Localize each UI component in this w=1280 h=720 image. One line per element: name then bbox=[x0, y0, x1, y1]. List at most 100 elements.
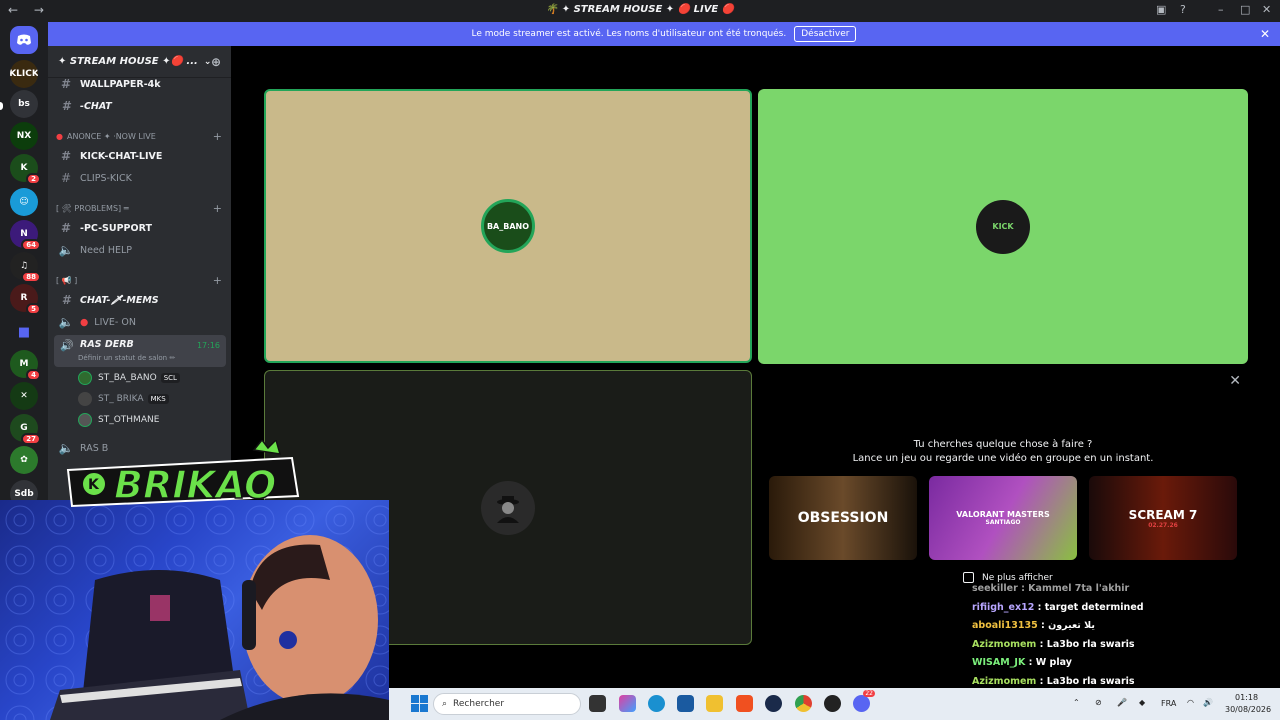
close-icon[interactable]: ✕ bbox=[1229, 373, 1241, 389]
discord-home-icon[interactable] bbox=[10, 26, 38, 54]
language-indicator[interactable]: FRA bbox=[1161, 699, 1176, 708]
add-channel-icon[interactable]: + bbox=[213, 274, 222, 287]
server-green-icon[interactable]: G 27 bbox=[10, 414, 41, 445]
server-klick-icon[interactable]: KLICK bbox=[10, 60, 38, 88]
clock-time[interactable]: 01:18 bbox=[1235, 693, 1258, 702]
server-n-icon[interactable]: N 64 bbox=[10, 220, 41, 251]
voice-user[interactable]: ST_ BRIKA MKS bbox=[78, 390, 169, 408]
help-icon[interactable]: ? bbox=[1180, 3, 1186, 16]
participant-tile-babano[interactable]: BA_BANO bbox=[264, 89, 752, 363]
mention-badge: 2 bbox=[26, 173, 41, 185]
svg-text:K: K bbox=[88, 477, 100, 493]
brikao-logo: K BRIKAO bbox=[62, 438, 302, 512]
voice-channel-ras-derb[interactable]: 🔊 RAS DERB 17:16 Définir un statut de sa… bbox=[54, 335, 226, 367]
server-bs[interactable]: bs bbox=[10, 90, 38, 118]
add-channel-icon[interactable]: + bbox=[213, 130, 222, 143]
server-sdb-label: Sdb bbox=[14, 489, 34, 499]
participant-tile-brika[interactable]: KICK bbox=[758, 89, 1248, 364]
voice-channel-name: RAS DERB bbox=[80, 339, 134, 350]
speaker-icon: 🔈 bbox=[58, 243, 74, 257]
red-dot-icon: ● bbox=[80, 316, 89, 328]
maximize-button[interactable]: □ bbox=[1240, 3, 1250, 16]
server-rivas-icon[interactable]: R5 bbox=[10, 284, 41, 315]
network-icon[interactable]: ⊘ bbox=[1095, 698, 1102, 707]
server-bs-label: bs bbox=[18, 99, 30, 109]
file-explorer-icon[interactable] bbox=[706, 695, 723, 712]
red-dot-icon: ● bbox=[56, 131, 63, 141]
category-problems[interactable]: [ 🛠 PROBLEMS] ═ + bbox=[56, 200, 226, 216]
channel-chat[interactable]: # -CHAT bbox=[56, 96, 226, 116]
activity-subtitle: Lance un jeu ou regarde une vidéo en gro… bbox=[852, 453, 1154, 464]
server-x-icon[interactable]: ✕ bbox=[10, 382, 38, 410]
add-channel-icon[interactable]: + bbox=[213, 202, 222, 215]
activity-card-obsession[interactable]: OBSESSION bbox=[769, 476, 917, 560]
server-music-icon[interactable]: ♫ 88 bbox=[10, 252, 41, 283]
edge-icon[interactable] bbox=[648, 695, 665, 712]
mic-icon[interactable]: 🎤 bbox=[1117, 698, 1127, 707]
disable-streamer-button[interactable]: Désactiver bbox=[794, 26, 857, 42]
category-annonce[interactable]: ● ANONCE ✦ ·NOW LIVE + bbox=[56, 128, 226, 144]
dont-show-checkbox[interactable]: Ne plus afficher bbox=[963, 572, 1053, 583]
channel-chat-mems[interactable]: # CHAT-🗡-MEMS bbox=[56, 290, 226, 310]
server-nextory-icon[interactable]: NX bbox=[10, 122, 38, 150]
task-view-icon[interactable] bbox=[589, 695, 606, 712]
title-bar: ← → 🌴 ✦ STREAM HOUSE ✦ 🔴 LIVE 🔴 ▣ ? – □ … bbox=[0, 0, 1280, 22]
windows-start-icon[interactable] bbox=[411, 695, 428, 712]
webcam-scene bbox=[0, 500, 389, 720]
inbox-icon[interactable]: ▣ bbox=[1156, 3, 1166, 16]
minimize-button[interactable]: – bbox=[1218, 3, 1224, 16]
discord-taskbar-icon[interactable]: 22 bbox=[853, 690, 875, 712]
server-kick-icon[interactable]: K2 bbox=[10, 154, 41, 185]
voice-user[interactable]: ST_OTHMANE bbox=[78, 411, 159, 429]
folder-icon[interactable]: ■ bbox=[10, 318, 38, 346]
activity-question: Tu cherches quelque chose à faire ? bbox=[913, 439, 1093, 450]
set-status-link[interactable]: Définir un statut de salon ✏ bbox=[78, 354, 175, 362]
channel-pc-support[interactable]: # -PC-SUPPORT bbox=[56, 218, 226, 238]
server-leaf-icon[interactable]: ✿ bbox=[10, 446, 38, 474]
chat-message: rifiigh_ex12 : target determined bbox=[972, 602, 1172, 621]
channel-clips-kick[interactable]: # CLIPS-KICK bbox=[56, 168, 226, 188]
category-label: [ 🛠 PROBLEMS] ═ bbox=[56, 203, 129, 213]
voice-user-name: ST_BA_BANO bbox=[98, 373, 157, 383]
location-icon[interactable]: ◆ bbox=[1139, 698, 1145, 707]
checkbox-icon[interactable] bbox=[963, 572, 974, 583]
chat-user: WISAM_JK bbox=[972, 657, 1026, 668]
activity-card-scream[interactable]: SCREAM 7 02.27.26 bbox=[1089, 476, 1237, 560]
chrome-icon[interactable] bbox=[795, 695, 812, 712]
store-icon[interactable] bbox=[677, 695, 694, 712]
invite-icon[interactable]: ⊕ bbox=[211, 55, 221, 69]
tray-overflow-icon[interactable]: ⌃ bbox=[1073, 698, 1080, 707]
volume-icon[interactable]: 🔊 bbox=[1203, 698, 1213, 707]
channel-kick-chat[interactable]: # KICK-CHAT-LIVE bbox=[56, 146, 226, 166]
user-tag: SCL bbox=[160, 373, 180, 383]
channel-wallpaper[interactable]: # WALLPAPER-4k bbox=[56, 74, 226, 94]
brave-icon[interactable] bbox=[736, 695, 753, 712]
obs-icon[interactable] bbox=[824, 695, 841, 712]
voice-user-name: ST_ BRIKA bbox=[98, 394, 144, 404]
channel-live-on[interactable]: 🔈 ● LIVE- ON bbox=[56, 312, 226, 332]
taskbar-search[interactable]: ⌕ Rechercher bbox=[433, 693, 581, 715]
channel-label: CHAT-🗡-MEMS bbox=[80, 294, 159, 306]
clock-date[interactable]: 30/08/2026 bbox=[1225, 705, 1271, 714]
server-name: ✦ STREAM HOUSE ✦🔴 ... bbox=[58, 56, 198, 67]
category-label: [ 📢 ] bbox=[56, 275, 78, 285]
mention-badge: 88 bbox=[21, 271, 41, 283]
voice-user[interactable]: ST_BA_BANO SCL bbox=[78, 369, 180, 387]
category-misc[interactable]: [ 📢 ] + bbox=[56, 272, 226, 288]
close-window-button[interactable]: ✕ bbox=[1262, 3, 1271, 16]
chat-text: : يلا تعيرون bbox=[1041, 620, 1095, 631]
hash-icon: # bbox=[61, 99, 71, 113]
card-title: OBSESSION bbox=[797, 510, 889, 526]
card-title: VALORANT MASTERS bbox=[956, 510, 1050, 519]
speaker-icon: 🔈 bbox=[58, 315, 74, 329]
server-mega-icon[interactable]: M4 bbox=[10, 350, 41, 381]
steam-icon[interactable] bbox=[765, 695, 782, 712]
wifi-icon[interactable]: ◠ bbox=[1187, 698, 1194, 707]
copilot-icon[interactable] bbox=[619, 695, 636, 712]
close-banner-icon[interactable]: ✕ bbox=[1260, 27, 1270, 41]
activity-card-valorant[interactable]: VALORANT MASTERS SANTIAGO bbox=[929, 476, 1077, 560]
windows-taskbar: ⌕ Rechercher 22 ⌃ ⊘ 🎤 ◆ FRA ◠ 🔊 01:18 30/… bbox=[389, 688, 1280, 720]
server-avatar-icon[interactable]: ☺ bbox=[10, 188, 38, 216]
hash-icon: # bbox=[61, 293, 71, 307]
channel-need-help[interactable]: 🔈 Need HELP bbox=[56, 240, 226, 260]
